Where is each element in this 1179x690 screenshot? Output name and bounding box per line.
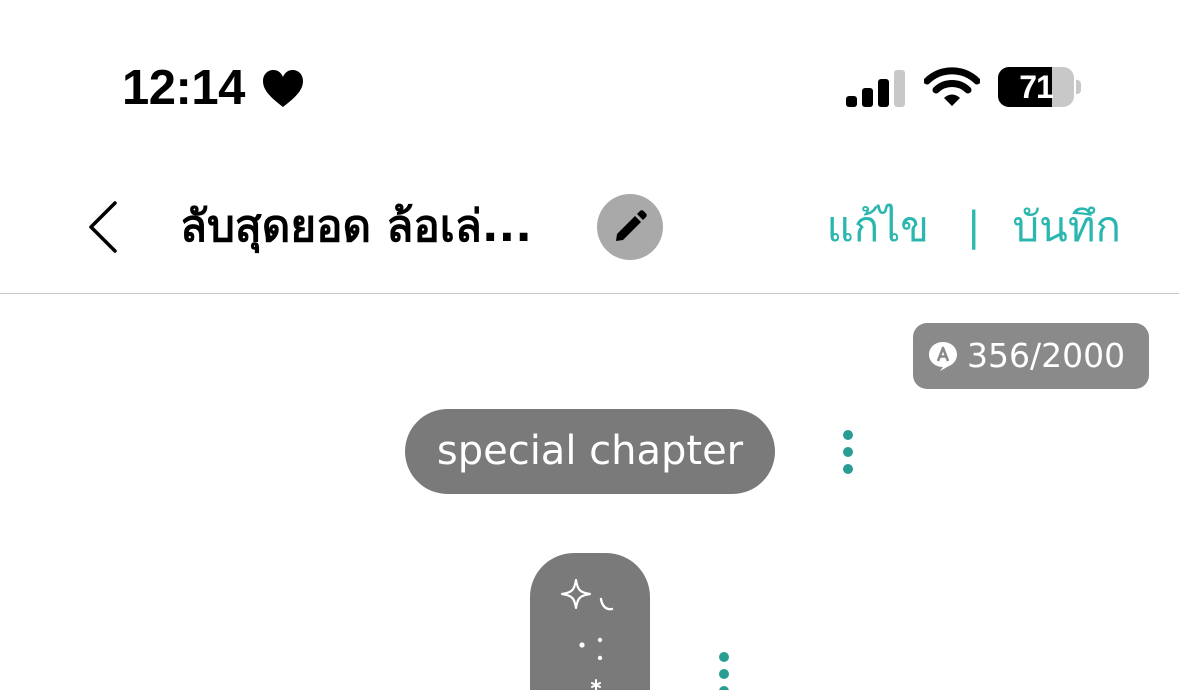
save-button[interactable]: บันทึก [1013, 194, 1122, 260]
heart-icon [263, 70, 303, 107]
page-title: ลับสุดยอด ล้อเล่... [180, 201, 532, 252]
character-counter: 356/2000 [913, 323, 1149, 389]
symbol-bubble[interactable] [530, 553, 650, 690]
nav-actions: แก้ไข | บันทึก [827, 196, 1121, 258]
nav-divider [0, 293, 1179, 294]
battery-body: 71 [998, 67, 1074, 107]
signal-icon [846, 70, 905, 107]
nav-separator: | [967, 204, 981, 250]
chevron-left-icon [89, 201, 117, 253]
symbol-more-icon[interactable] [716, 650, 732, 690]
screen: 12:14 71 ลับสุดยอด ล้อเล่... แก้ไข | บัน… [0, 0, 1179, 690]
wifi-icon [924, 67, 980, 106]
battery-level: 71 [1019, 69, 1054, 105]
edit-button[interactable]: แก้ไข [827, 194, 929, 260]
chapter-more-icon[interactable] [840, 428, 856, 478]
font-a-bubble-icon [929, 342, 957, 371]
battery-indicator: 71 [998, 67, 1084, 109]
status-time: 12:14 [122, 61, 245, 115]
chapter-title-pill[interactable]: special chapter [405, 409, 775, 494]
character-count: 356/2000 [967, 336, 1126, 375]
battery-nub [1076, 80, 1081, 94]
sparkle-decoration-icon [560, 578, 614, 690]
back-button[interactable] [78, 196, 128, 258]
edit-title-button[interactable] [597, 194, 663, 260]
pencil-icon [616, 210, 647, 241]
